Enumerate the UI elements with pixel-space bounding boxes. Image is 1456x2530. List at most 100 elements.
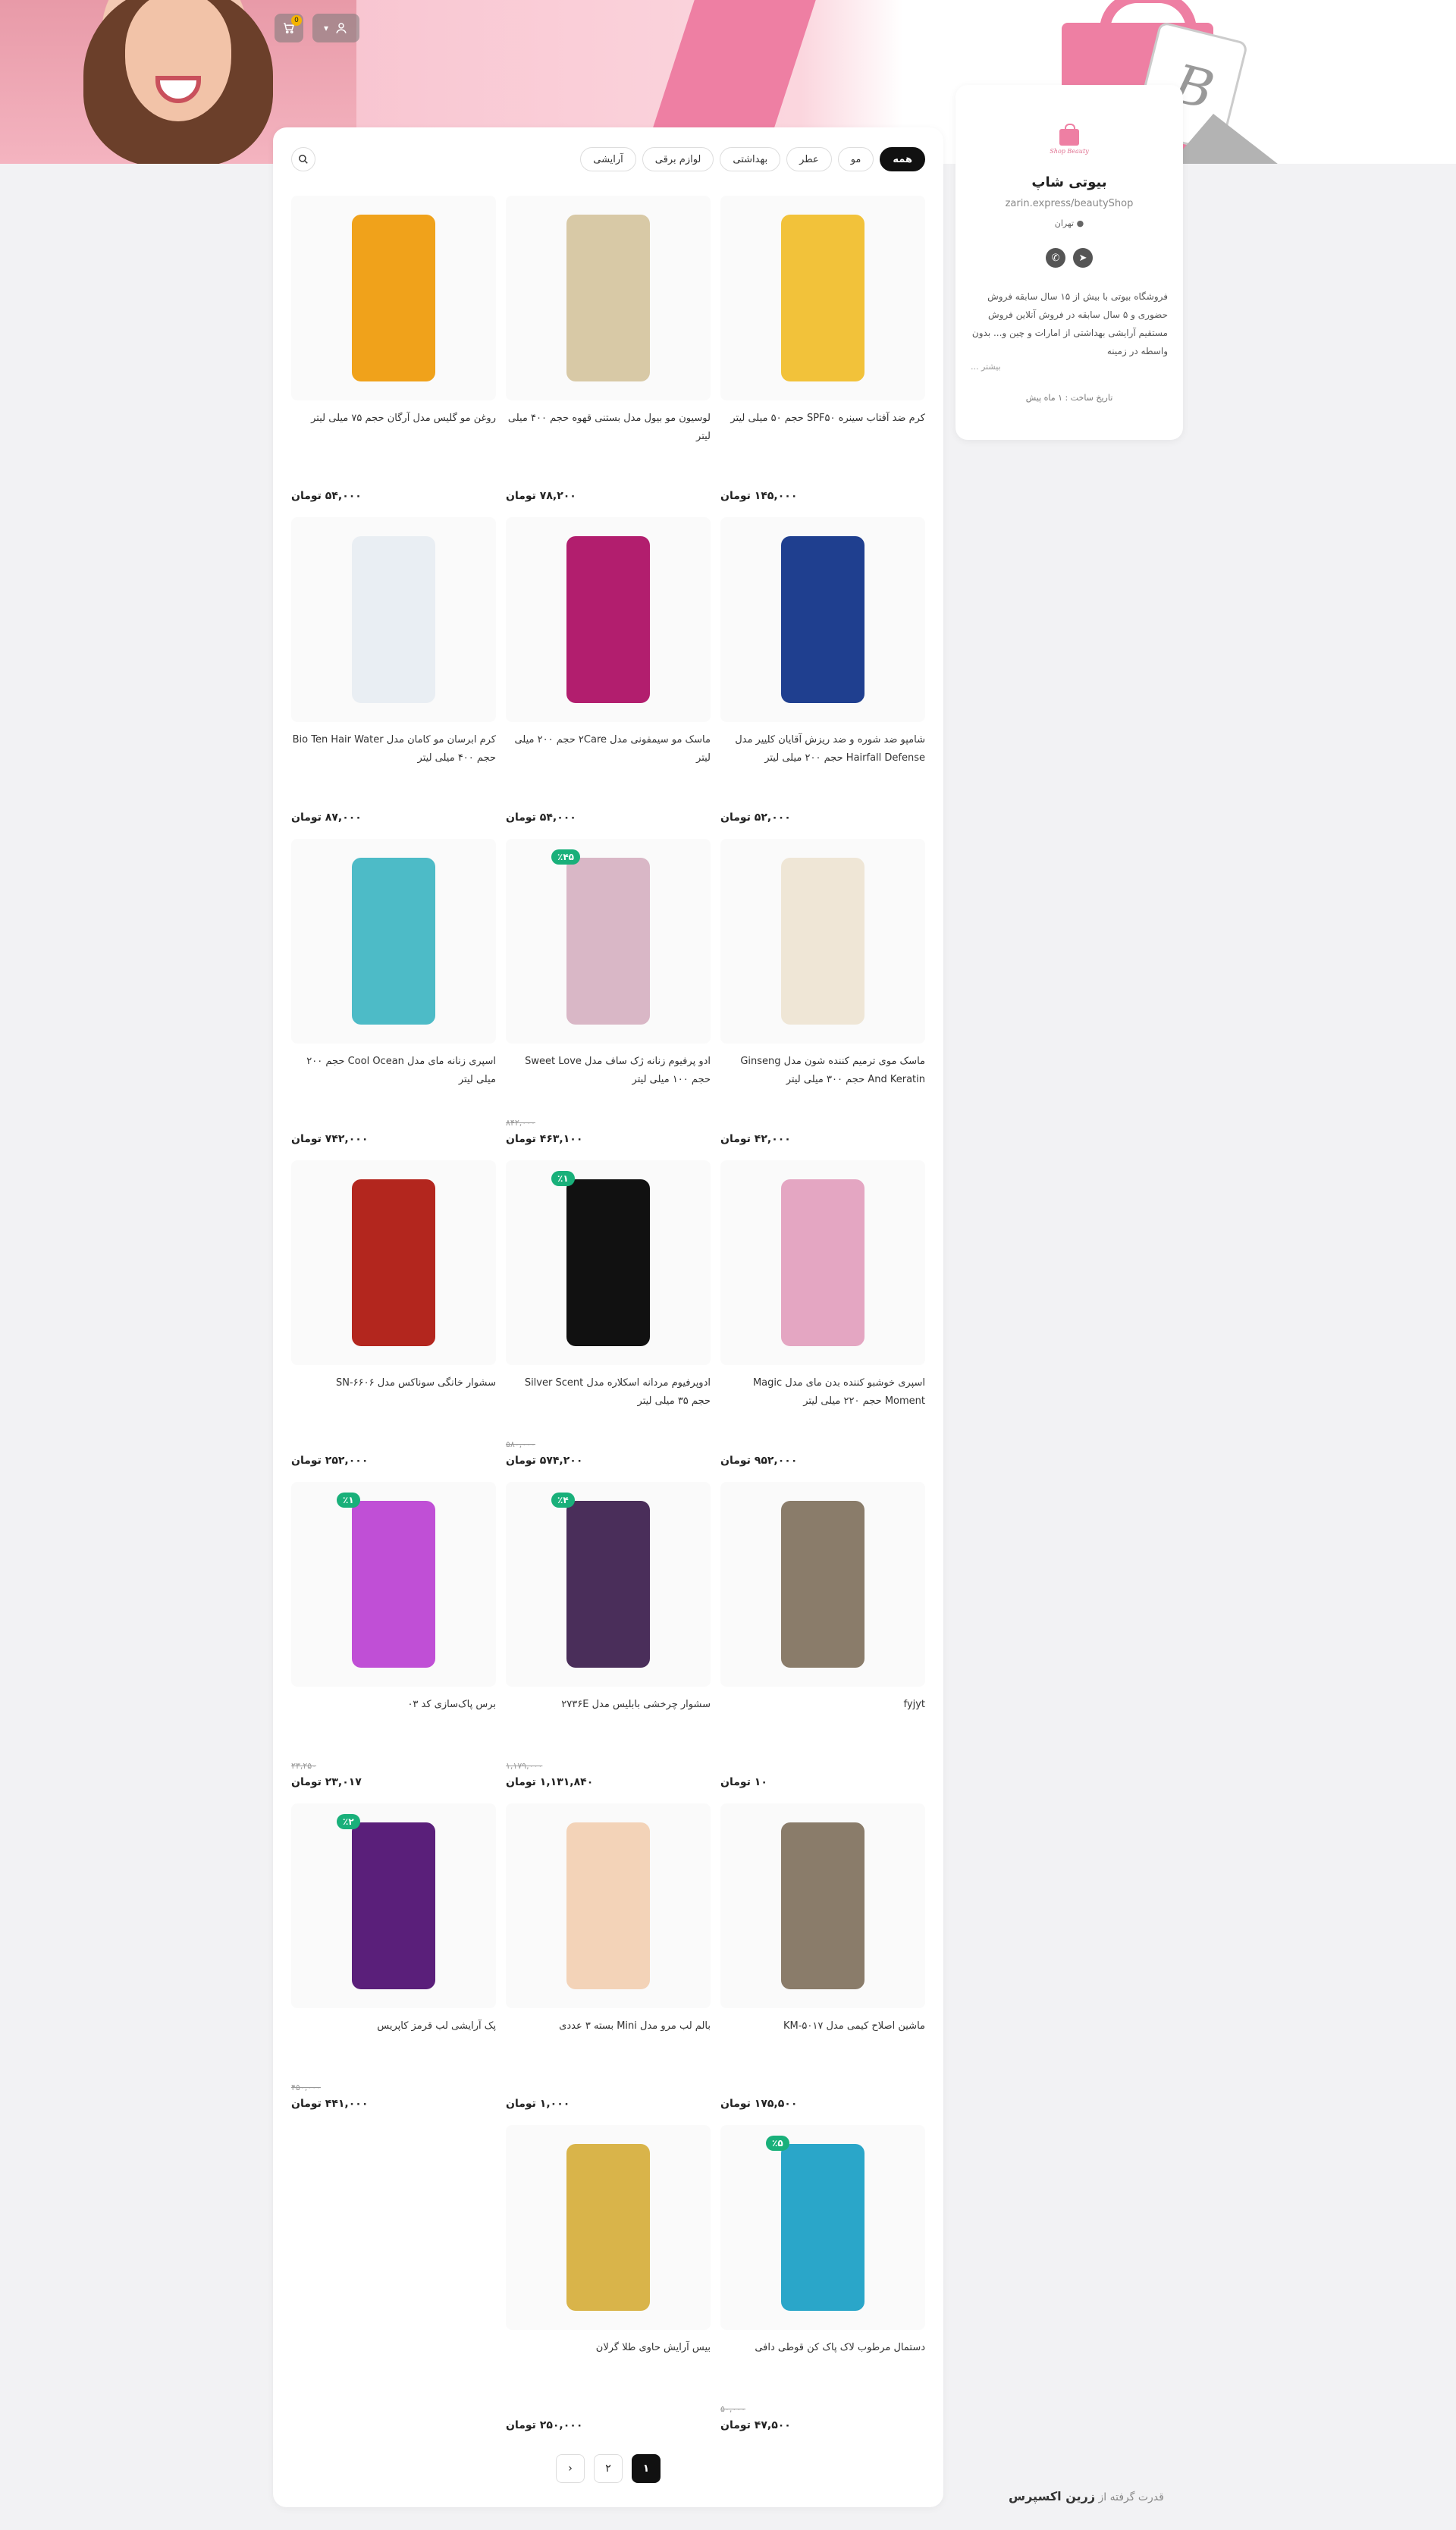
product-name[interactable]: اسپری زنانه مای مدل Cool Ocean حجم ۲۰۰ م…: [291, 1053, 496, 1089]
product-image[interactable]: [720, 196, 925, 400]
product-price: ۴۷,۵۰۰ تومان: [720, 2419, 791, 2431]
product-card[interactable]: شامپو ضد شوره و ضد ریزش آقایان کلییر مدل…: [720, 517, 925, 836]
product-card[interactable]: ٪۱ برس پاک‌سازی کد ۰۳ ۲۳,۲۵۰ ۲۳,۰۱۷ تومان: [291, 1482, 496, 1800]
product-image[interactable]: [506, 1482, 711, 1687]
product-card[interactable]: ٪۱ ادوپرفیوم مردانه اسکلاره مدل Silver Sc…: [506, 1160, 711, 1479]
product-card[interactable]: ماسک مو سیمفونی مدل ۲Care حجم ۲۰۰ میلی ل…: [506, 517, 711, 836]
filter-chip-perfume[interactable]: عطر: [786, 147, 832, 171]
filter-chip-hair[interactable]: مو: [837, 147, 874, 171]
product-name[interactable]: ماسک مو سیمفونی مدل ۲Care حجم ۲۰۰ میلی ل…: [506, 731, 711, 767]
product-price: ۵۷۴,۲۰۰ تومان: [506, 1455, 583, 1467]
product-name[interactable]: کرم ابرسان مو کامان مدل Bio Ten Hair Wat…: [291, 731, 496, 767]
product-image[interactable]: [291, 196, 496, 400]
product-name[interactable]: لوسیون مو بیول مدل بستنی قهوه حجم ۴۰۰ می…: [506, 410, 711, 446]
cart-button[interactable]: 0: [275, 14, 303, 42]
footer-credit: قدرت گرفته از زرین اکسپرس: [1009, 2489, 1164, 2503]
product-card[interactable]: ٪۲ پک آرایشی لب قرمز کاپریس ۴۵۰,۰۰۰ ۴۴۱,۰۰۰…: [291, 1803, 496, 2122]
product-image[interactable]: [720, 517, 925, 722]
product-price: ۲۵۰,۰۰۰ تومان: [506, 2419, 583, 2431]
page-button-1[interactable]: ۱: [632, 2454, 661, 2483]
product-price: ۱۴۵,۰۰۰ تومان: [720, 490, 798, 502]
product-name[interactable]: پک آرایشی لب قرمز کاپریس: [291, 2017, 496, 2036]
product-image[interactable]: [291, 1160, 496, 1365]
product-card[interactable]: ماسک موی ترمیم کننده شون مدل Ginseng And…: [720, 839, 925, 1157]
product-image[interactable]: [720, 839, 925, 1044]
filter-chip-hygiene[interactable]: بهداشتی: [720, 147, 781, 171]
product-name[interactable]: شامپو ضد شوره و ضد ریزش آقایان کلییر مدل…: [720, 731, 925, 767]
header-actions: 0 ▾: [275, 14, 359, 42]
product-name[interactable]: برس پاک‌سازی کد ۰۳: [291, 1696, 496, 1714]
product-image-placeholder: [352, 1179, 435, 1346]
product-card[interactable]: روغن مو گلیس مدل آرگان حجم ۷۵ میلی لیتر ۵…: [291, 196, 496, 514]
product-image-placeholder: [352, 858, 435, 1025]
product-image-placeholder: [566, 1822, 650, 1989]
telegram-icon[interactable]: ➤: [1073, 248, 1093, 268]
product-card[interactable]: ٪۴۵ ادو پرفیوم زنانه ژک ساف مدل Sweet Lov…: [506, 839, 711, 1157]
product-card[interactable]: بالم لب مرو مدل Mini بسته ۳ عددی ۱,۰۰۰ تو…: [506, 1803, 711, 2122]
logo-text: Shop Beauty: [1050, 148, 1089, 155]
filter-chip-electric[interactable]: لوازم برقی: [642, 147, 714, 171]
pagination: ۱ ۲ ‹: [273, 2454, 943, 2483]
page-button-2[interactable]: ۲: [594, 2454, 623, 2483]
product-name[interactable]: ادو پرفیوم زنانه ژک ساف مدل Sweet Love ح…: [506, 1053, 711, 1089]
product-image[interactable]: [506, 2125, 711, 2330]
product-image[interactable]: [506, 1160, 711, 1365]
product-card[interactable]: ٪۵ دستمال مرطوب لاک پاک کن قوطی دافی ۵۰,۰۰…: [720, 2125, 925, 2444]
product-card[interactable]: ماشین اصلاح کیمی مدل KM-۵۰۱۷ ۱۷۵,۵۰۰ توما…: [720, 1803, 925, 2122]
product-card[interactable]: کرم ضد آفتاب سینره SPF۵۰ حجم ۵۰ میلی لیت…: [720, 196, 925, 514]
product-price: ۵۴,۰۰۰ تومان: [506, 811, 576, 824]
filter-chip-cosmetics[interactable]: آرایشی: [580, 147, 636, 171]
filter-chip-all[interactable]: همه: [880, 147, 925, 171]
product-card[interactable]: ٪۴ سشوار چرخشی بابلیس مدل ۲۷۳۶E ۱,۱۷۹,۰۰۰ ۱…: [506, 1482, 711, 1800]
product-image[interactable]: [506, 517, 711, 722]
user-menu-button[interactable]: ▾: [312, 14, 359, 42]
product-name[interactable]: ادوپرفیوم مردانه اسکلاره مدل Silver Scen…: [506, 1374, 711, 1411]
product-card[interactable]: fyjyt ۱۰ تومان: [720, 1482, 925, 1800]
product-price: ۵۴,۰۰۰ تومان: [291, 490, 362, 502]
product-image[interactable]: [506, 196, 711, 400]
product-image[interactable]: [720, 1160, 925, 1365]
product-name[interactable]: ماشین اصلاح کیمی مدل KM-۵۰۱۷: [720, 2017, 925, 2036]
shop-location-text: تهران: [1054, 218, 1075, 228]
product-card[interactable]: اسپری خوشبو کننده بدن مای مدل Magic Mome…: [720, 1160, 925, 1479]
footer-credit-prefix: قدرت گرفته از: [1098, 2491, 1164, 2503]
product-name[interactable]: روغن مو گلیس مدل آرگان حجم ۷۵ میلی لیتر: [291, 410, 496, 428]
product-name[interactable]: بیس آرایش حاوی طلا گرلان: [506, 2339, 711, 2357]
product-card[interactable]: بیس آرایش حاوی طلا گرلان ۲۵۰,۰۰۰ تومان: [506, 2125, 711, 2444]
product-image[interactable]: [291, 517, 496, 722]
product-old-price: ۵۸۰,۰۰۰: [506, 1439, 535, 1449]
product-name[interactable]: سشوار چرخشی بابلیس مدل ۲۷۳۶E: [506, 1696, 711, 1714]
product-card[interactable]: اسپری زنانه مای مدل Cool Ocean حجم ۲۰۰ م…: [291, 839, 496, 1157]
next-page-button[interactable]: ‹: [556, 2454, 585, 2483]
footer-brand-link[interactable]: زرین اکسپرس: [1009, 2489, 1095, 2503]
whatsapp-icon[interactable]: ✆: [1046, 248, 1065, 268]
shop-url[interactable]: zarin.express/beautyShop: [971, 198, 1168, 209]
product-price: ۱,۱۳۱,۸۴۰ تومان: [506, 1776, 594, 1788]
product-image-placeholder: [781, 1822, 864, 1989]
product-old-price: ۵۰,۰۰۰: [720, 2404, 746, 2414]
product-card[interactable]: لوسیون مو بیول مدل بستنی قهوه حجم ۴۰۰ می…: [506, 196, 711, 514]
product-image[interactable]: [506, 1803, 711, 2008]
product-card[interactable]: سشوار خانگی سوناکس مدل SN-۶۶۰۶ ۲۵۲,۰۰۰ تو…: [291, 1160, 496, 1479]
read-more-link[interactable]: بیشتر ...: [971, 362, 1168, 372]
product-card[interactable]: کرم ابرسان مو کامان مدل Bio Ten Hair Wat…: [291, 517, 496, 836]
product-image[interactable]: [291, 839, 496, 1044]
product-image[interactable]: [291, 1803, 496, 2008]
product-name[interactable]: بالم لب مرو مدل Mini بسته ۳ عددی: [506, 2017, 711, 2036]
product-name[interactable]: ماسک موی ترمیم کننده شون مدل Ginseng And…: [720, 1053, 925, 1089]
product-image[interactable]: [720, 1803, 925, 2008]
product-image[interactable]: [720, 2125, 925, 2330]
product-image[interactable]: [506, 839, 711, 1044]
product-price: ۸۷,۰۰۰ تومان: [291, 811, 362, 824]
location-pin-icon: ●: [1076, 218, 1084, 228]
product-old-price: ۸۴۲,۰۰۰: [506, 1118, 535, 1128]
search-button[interactable]: [291, 147, 315, 171]
product-name[interactable]: fyjyt: [720, 1696, 925, 1714]
product-name[interactable]: دستمال مرطوب لاک پاک کن قوطی دافی: [720, 2339, 925, 2357]
shopping-bag-icon: [1059, 124, 1079, 146]
product-name[interactable]: اسپری خوشبو کننده بدن مای مدل Magic Mome…: [720, 1374, 925, 1411]
product-image[interactable]: [291, 1482, 496, 1687]
product-name[interactable]: سشوار خانگی سوناکس مدل SN-۶۶۰۶: [291, 1374, 496, 1392]
product-image[interactable]: [720, 1482, 925, 1687]
product-name[interactable]: کرم ضد آفتاب سینره SPF۵۰ حجم ۵۰ میلی لیت…: [720, 410, 925, 428]
